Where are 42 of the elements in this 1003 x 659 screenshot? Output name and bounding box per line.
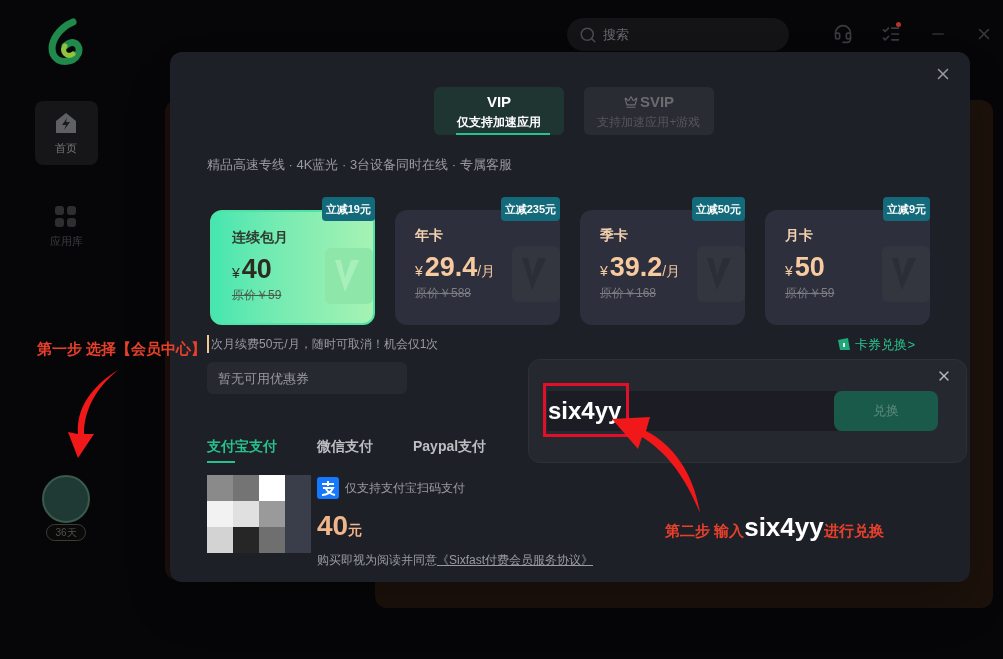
discount-badge: 立减9元 bbox=[882, 196, 930, 221]
crown-icon bbox=[623, 95, 638, 109]
list-icon[interactable] bbox=[881, 24, 901, 44]
card-exchange-link[interactable]: 卡券兑换> bbox=[837, 334, 915, 354]
agreement-link[interactable]: 《Sixfast付费会员服务协议》 bbox=[437, 553, 593, 567]
original-price: 原价￥59 bbox=[232, 286, 282, 304]
discount-badge: 立减235元 bbox=[500, 196, 560, 221]
payment-icon bbox=[317, 477, 339, 499]
payment-tab[interactable]: 支付宝支付 bbox=[207, 436, 277, 463]
plan-name: 月卡 bbox=[785, 225, 813, 245]
plan-price: ¥39.2/月 bbox=[600, 253, 681, 281]
plan-price: ¥29.4/月 bbox=[415, 253, 496, 281]
coupon-field[interactable]: 暂无可用优惠券 bbox=[207, 362, 407, 394]
plan-name: 季卡 bbox=[600, 225, 628, 245]
plan-name: 年卡 bbox=[415, 225, 443, 245]
original-price: 原价￥588 bbox=[415, 284, 472, 302]
membership-days-badge: 36天 bbox=[46, 524, 86, 541]
plan-price: ¥50 bbox=[785, 253, 825, 281]
grid-icon bbox=[54, 204, 78, 229]
redeem-code-field[interactable]: six4yy bbox=[547, 391, 837, 431]
features-text: 精品高速专线 · 4K蓝光 · 3台设备同时在线 · 专属客服 bbox=[207, 156, 513, 174]
payment-amount: 40元 bbox=[317, 509, 364, 543]
ticket-icon bbox=[837, 337, 852, 352]
plan-price: ¥40 bbox=[232, 255, 272, 283]
original-price: 原价￥168 bbox=[600, 284, 657, 302]
annotation-text: 第二步 输入six4yy进行兑换 bbox=[665, 511, 884, 544]
agreement-text: 购买即视为阅读并同意《Sixfast付费会员服务协议》 bbox=[317, 552, 593, 569]
search-field[interactable]: 搜索 bbox=[567, 17, 789, 51]
plan-name: 连续包月 bbox=[232, 227, 288, 247]
avatar[interactable] bbox=[42, 475, 90, 523]
discount-badge: 立减19元 bbox=[321, 196, 375, 221]
payment-note: 仅支持支付宝扫码支付 bbox=[345, 480, 465, 497]
sidebar-item[interactable]: 首页 bbox=[34, 101, 98, 165]
payment-tab[interactable]: 微信支付 bbox=[317, 436, 373, 463]
search-icon bbox=[579, 25, 597, 44]
annotation-text: 第一步 选择【会员中心】 bbox=[37, 339, 207, 359]
original-price: 原价￥59 bbox=[785, 284, 835, 302]
headset-icon[interactable] bbox=[833, 24, 853, 44]
renewal-note: 次月续费50元/月，随时可取消！机会仅1次 bbox=[207, 335, 439, 354]
payment-tab[interactable]: Paypal支付 bbox=[413, 436, 487, 463]
plan-tab[interactable]: VIP 仅支持加速应用 bbox=[434, 87, 564, 135]
discount-badge: 立减50元 bbox=[691, 196, 745, 221]
